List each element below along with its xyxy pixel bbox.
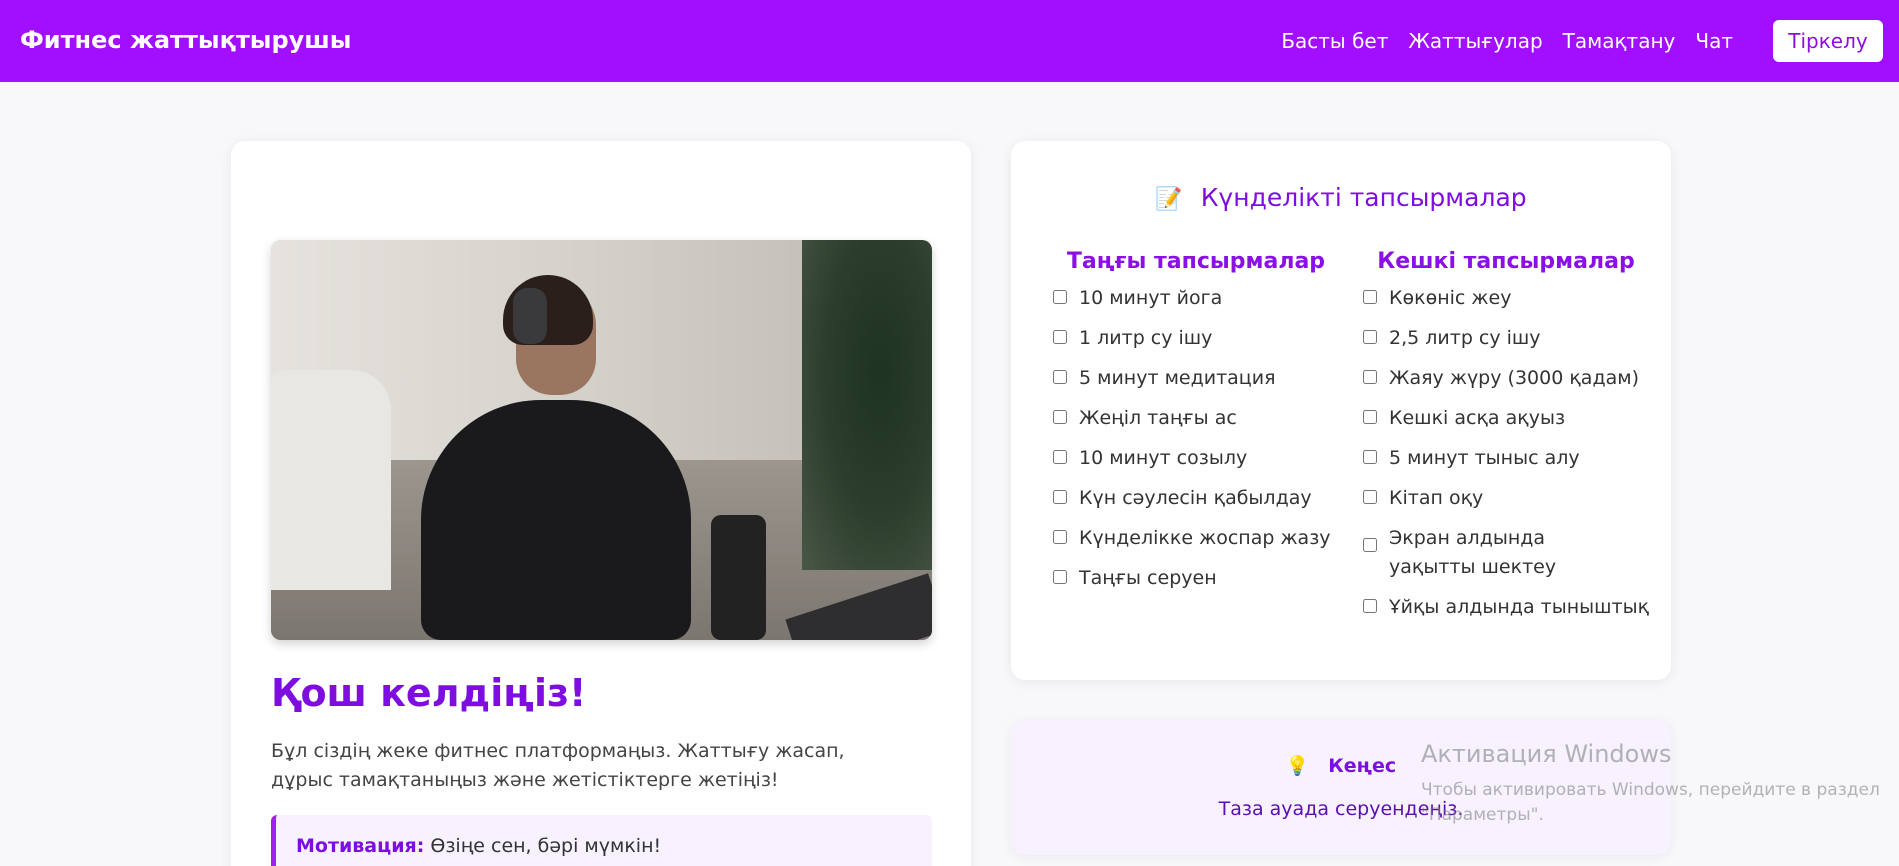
task-checkbox[interactable] [1363, 599, 1377, 613]
daily-tasks-card: 📝 Күнделікті тапсырмалар Таңғы тапсырмал… [1011, 141, 1671, 680]
task-checkbox[interactable] [1363, 490, 1377, 504]
nav-home[interactable]: Басты бет [1281, 29, 1388, 53]
task-label: Жеңіл таңғы ас [1079, 407, 1237, 429]
task-label: 2,5 литр су ішу [1389, 327, 1541, 349]
memo-icon: 📝 [1155, 187, 1183, 212]
nav-nutrition[interactable]: Тамақтану [1563, 29, 1676, 53]
signup-button[interactable]: Тіркелу [1773, 20, 1883, 62]
task-item[interactable]: 10 минут йога [1051, 284, 1341, 313]
task-checkbox[interactable] [1053, 410, 1067, 424]
task-checkbox[interactable] [1053, 450, 1067, 464]
tasks-title: 📝 Күнделікті тапсырмалар [1011, 183, 1671, 212]
task-item[interactable]: Күн сәулесін қабылдау [1051, 484, 1341, 513]
task-item[interactable]: Экран алдында уақытты шектеу [1361, 524, 1651, 582]
morning-heading: Таңғы тапсырмалар [1066, 249, 1326, 274]
evening-heading: Кешкі тапсырмалар [1377, 249, 1635, 274]
top-navbar: Фитнес жаттықтырушы Басты бет Жаттығулар… [0, 0, 1899, 82]
task-label: Күнделікке жоспар жазу [1079, 527, 1331, 549]
main-nav: Басты бет Жаттығулар Тамақтану Чат Тірке… [1281, 0, 1899, 82]
task-label: Кітап оқу [1389, 487, 1484, 509]
task-item[interactable]: 5 минут тыныс алу [1361, 444, 1651, 473]
task-label: 10 минут йога [1079, 287, 1223, 309]
task-item[interactable]: Таңғы серуен [1051, 564, 1341, 593]
task-item[interactable]: Ұйқы алдында тыныштық [1361, 593, 1651, 622]
task-item[interactable]: 5 минут медитация [1051, 364, 1341, 393]
motivation-box: Мотивация: Өзіңе сен, бәрі мүмкін! [271, 815, 932, 866]
task-label: Көкөніс жеу [1389, 287, 1512, 309]
task-label: 1 литр су ішу [1079, 327, 1213, 349]
task-checkbox[interactable] [1363, 290, 1377, 304]
task-checkbox[interactable] [1363, 370, 1377, 384]
task-item[interactable]: 2,5 литр су ішу [1361, 324, 1651, 353]
task-label: 5 минут медитация [1079, 367, 1276, 389]
task-checkbox[interactable] [1363, 538, 1377, 552]
nav-workouts[interactable]: Жаттығулар [1408, 29, 1542, 53]
task-label: Жаяу жүру (3000 қадам) [1389, 367, 1639, 389]
morning-tasks: Таңғы тапсырмалар 10 минут йога 1 литр с… [1051, 249, 1341, 604]
task-label: 5 минут тыныс алу [1389, 447, 1580, 469]
intro-text: Бұл сіздің жеке фитнес платформаңыз. Жат… [271, 740, 845, 791]
lightbulb-icon: 💡 [1285, 755, 1310, 777]
task-checkbox[interactable] [1053, 330, 1067, 344]
task-item[interactable]: 10 минут созылу [1051, 444, 1341, 473]
nav-chat[interactable]: Чат [1695, 29, 1733, 53]
task-checkbox[interactable] [1053, 370, 1067, 384]
task-label: Таңғы серуен [1079, 567, 1217, 589]
motivation-label: Мотивация: [296, 835, 425, 857]
task-item[interactable]: Кітап оқу [1361, 484, 1651, 513]
brand-title[interactable]: Фитнес жаттықтырушы [20, 26, 352, 54]
hero-image [271, 240, 932, 640]
tip-heading-text: Кеңес [1328, 755, 1397, 777]
welcome-card: Қош келдіңіз! Бұл сіздің жеке фитнес пла… [231, 141, 971, 866]
task-checkbox[interactable] [1053, 570, 1067, 584]
tasks-title-text: Күнделікті тапсырмалар [1200, 183, 1527, 212]
task-checkbox[interactable] [1363, 330, 1377, 344]
task-item[interactable]: Көкөніс жеу [1361, 284, 1651, 313]
windows-activation-watermark: Активация Windows Чтобы активировать Win… [1421, 740, 1881, 828]
task-checkbox[interactable] [1053, 490, 1067, 504]
motivation-text: Өзіңе сен, бәрі мүмкін! [430, 835, 662, 857]
task-item[interactable]: Жеңіл таңғы ас [1051, 404, 1341, 433]
task-label: 10 минут созылу [1079, 447, 1248, 469]
task-item[interactable]: Кешкі асқа ақуыз [1361, 404, 1651, 433]
task-item[interactable]: Жаяу жүру (3000 қадам) [1361, 364, 1651, 393]
task-label: Кешкі асқа ақуыз [1389, 407, 1566, 429]
evening-tasks: Кешкі тапсырмалар Көкөніс жеу 2,5 литр с… [1361, 249, 1651, 633]
task-item[interactable]: Күнделікке жоспар жазу [1051, 524, 1341, 553]
task-checkbox[interactable] [1053, 530, 1067, 544]
task-item[interactable]: 1 литр су ішу [1051, 324, 1341, 353]
task-label: Ұйқы алдында тыныштық [1389, 596, 1650, 618]
task-label: Экран алдында уақытты шектеу [1389, 527, 1557, 578]
watermark-text: Чтобы активировать Windows, перейдите в … [1421, 780, 1880, 825]
task-checkbox[interactable] [1363, 410, 1377, 424]
task-checkbox[interactable] [1363, 450, 1377, 464]
task-label: Күн сәулесін қабылдау [1079, 487, 1312, 509]
task-checkbox[interactable] [1053, 290, 1067, 304]
watermark-title: Активация Windows [1421, 740, 1672, 768]
welcome-heading: Қош келдіңіз! [271, 671, 587, 715]
